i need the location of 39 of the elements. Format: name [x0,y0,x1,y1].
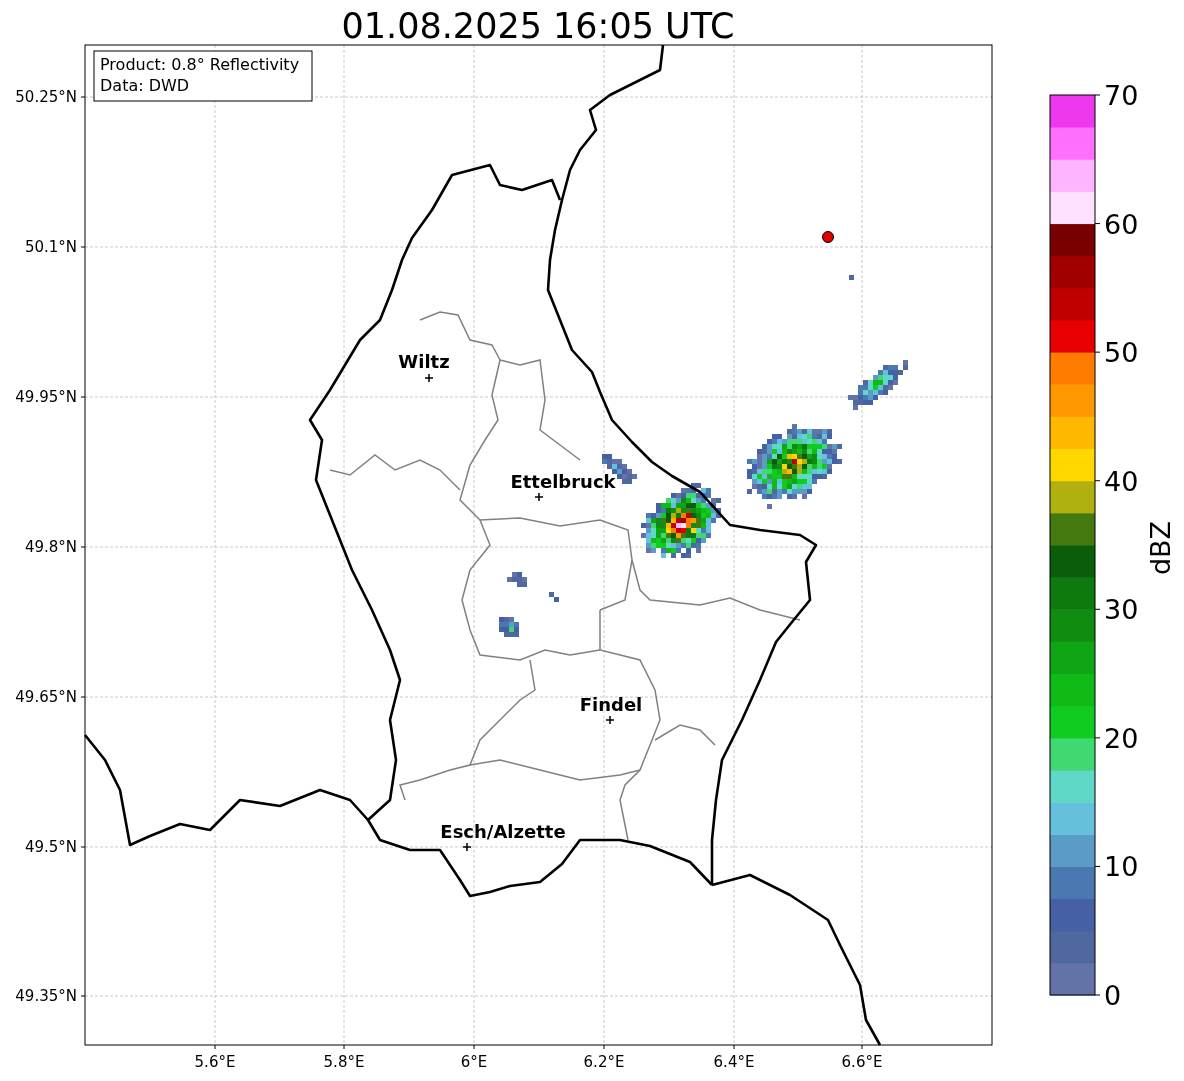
axis-tick-label: 5.8°E [323,1053,365,1071]
axis-tick-label: 6.4°E [713,1053,755,1071]
axis-tick-label: 49.35°N [15,987,77,1005]
city-marker-icon [534,492,544,502]
colorbar-tick-label: 50 [1104,337,1139,369]
radar-echo [849,275,854,280]
city-label: Esch/Alzette [440,821,566,842]
radar-echo [507,572,527,587]
axis-tick-label: 50.25°N [15,88,77,106]
colorbar-tick-label: 70 [1104,80,1139,111]
legend-text: Product: 0.8° Reflectivity [100,55,300,74]
colorbar-tick-label: 20 [1104,722,1139,754]
axis-tick-label: 50.1°N [24,238,77,256]
colorbar-tick-label: 0 [1104,980,1122,1011]
axis-tick-label: 6°E [460,1053,488,1071]
city-marker-icon [424,373,434,383]
colorbar-tick-label: 60 [1104,208,1139,240]
radar-echo [549,592,559,602]
legend-text: Data: DWD [100,76,190,95]
axis-tick-label: 49.5°N [24,838,77,856]
location-dot [822,231,834,243]
city-label: Ettelbruck [510,471,616,492]
colorbar-tick-label: 10 [1104,851,1139,883]
colorbar-tick-label: 40 [1104,465,1139,497]
axis-tick-label: 49.8°N [24,538,77,556]
axis-tick-label: 6.6°E [841,1053,883,1071]
axis-tick-label: 5.6°E [194,1053,236,1071]
radar-echo [499,617,519,637]
axis-tick-label: 49.95°N [15,388,77,406]
axis-tick-label: 49.65°N [15,688,77,706]
city-marker-icon [605,715,615,725]
axis-tick-label: 6.2°E [583,1053,625,1071]
colorbar-label: dBZ [1145,520,1176,576]
colorbar-tick-label: 30 [1104,594,1139,626]
city-marker-icon [462,842,472,852]
radar-echo [848,360,908,410]
city-label: Wiltz [398,351,450,372]
chart-title: 01.08.2025 16:05 UTC [341,6,735,46]
city-label: Findel [579,694,643,715]
